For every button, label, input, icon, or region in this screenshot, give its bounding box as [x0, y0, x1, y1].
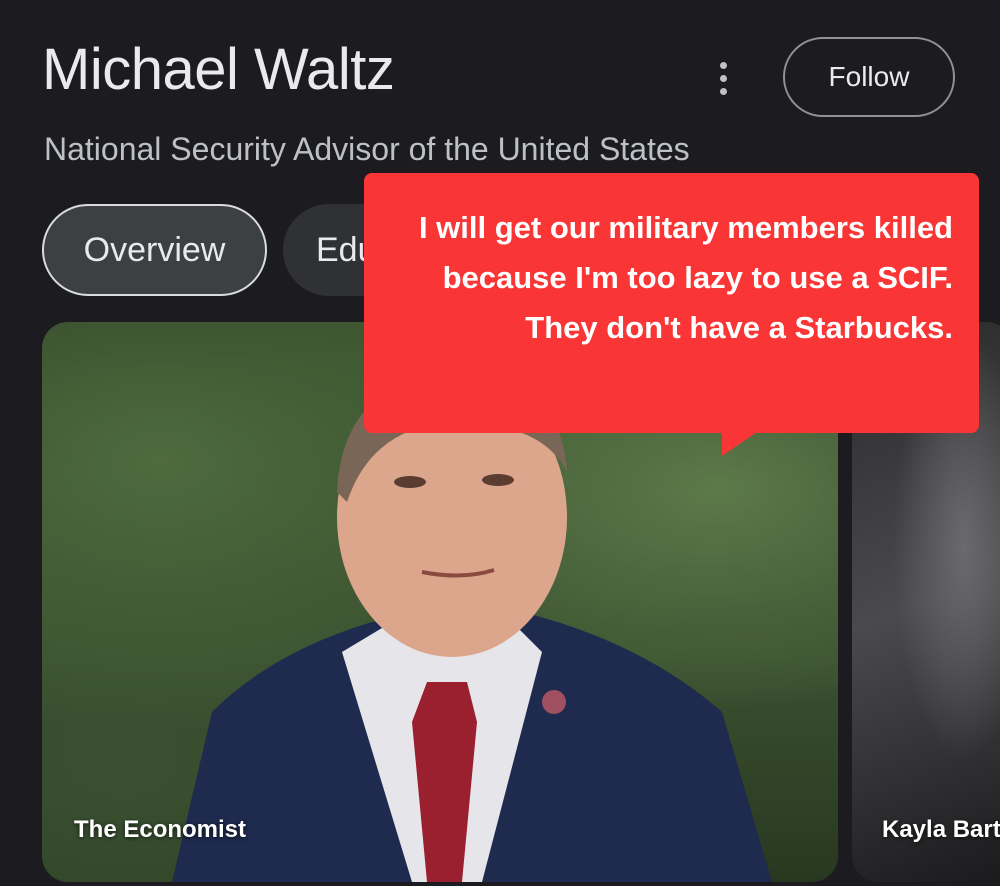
page-subtitle: National Security Advisor of the United …: [44, 131, 690, 167]
more-vert-icon-dot: [719, 74, 727, 82]
card-source-caption: Kayla Bart: [882, 816, 1000, 843]
follow-button[interactable]: Follow: [783, 37, 955, 117]
tab-overview[interactable]: Overview: [42, 204, 267, 296]
knowledge-panel: Michael Waltz Follow National Security A…: [0, 0, 1000, 886]
page-title: Michael Waltz: [42, 37, 395, 102]
more-vert-icon-dot: [719, 87, 727, 95]
speech-bubble-tail: [722, 430, 760, 456]
more-options-button[interactable]: [700, 52, 746, 104]
card-source-caption: The Economist: [74, 816, 247, 843]
more-vert-icon: [719, 61, 727, 69]
speech-bubble-overlay: I will get our military members killed b…: [364, 173, 979, 433]
